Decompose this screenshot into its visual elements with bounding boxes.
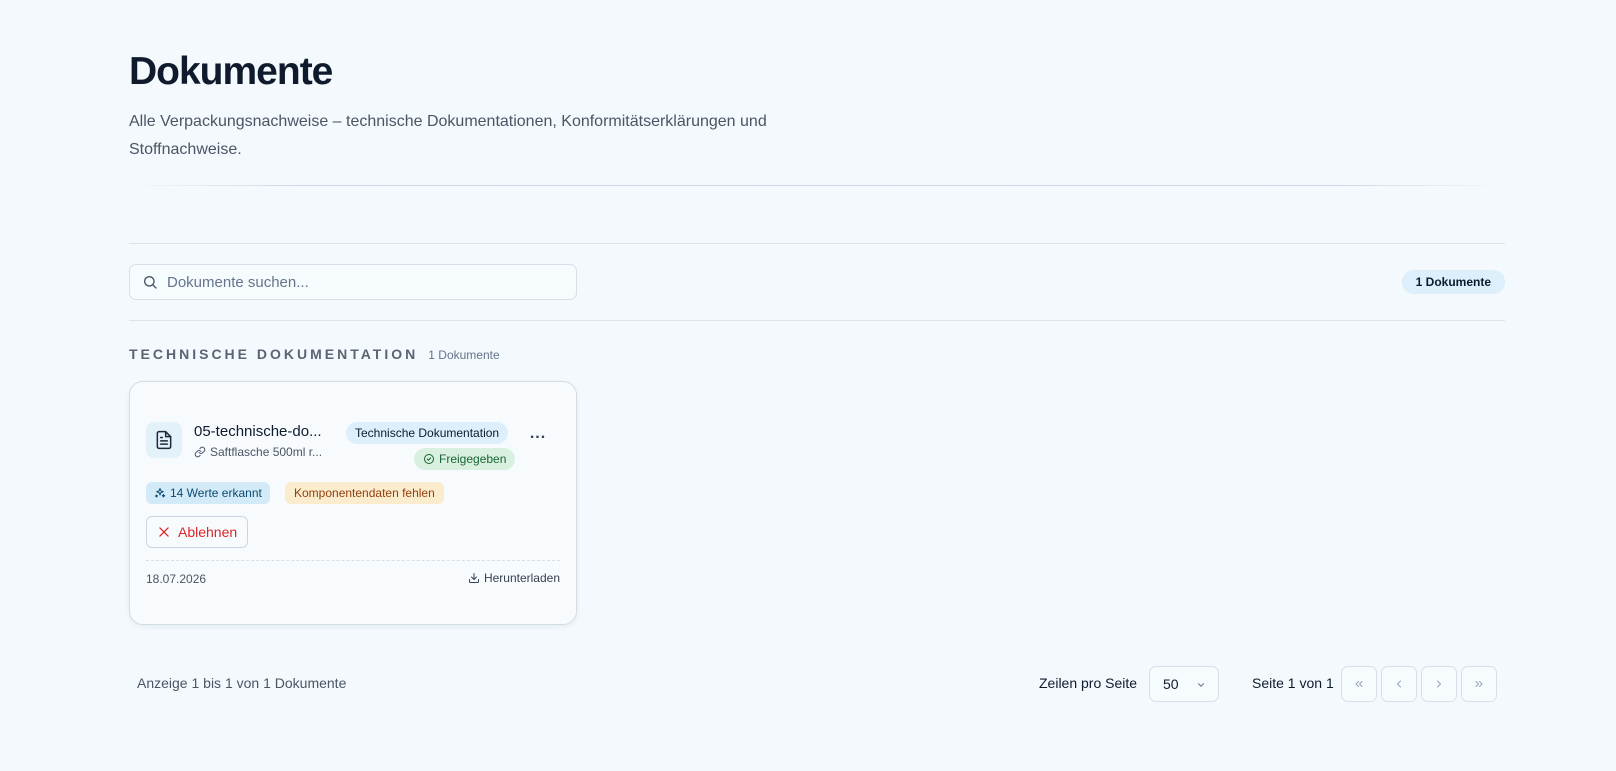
next-page-button[interactable] xyxy=(1421,666,1457,702)
reject-button[interactable]: Ablehnen xyxy=(146,516,249,548)
page-info: Seite 1 von 1 xyxy=(1252,675,1334,691)
rows-per-page-label: Zeilen pro Seite xyxy=(1039,675,1138,691)
toolbar-top-divider xyxy=(129,243,1505,244)
download-icon xyxy=(468,573,479,583)
rows-per-page-select[interactable]: 50 xyxy=(1149,666,1219,702)
sparkles-icon xyxy=(155,488,166,498)
section-title: TECHNISCHE DOKUMENTATION xyxy=(129,346,419,362)
section-header: TECHNISCHE DOKUMENTATION 1 Dokumente xyxy=(129,346,500,362)
search-icon xyxy=(144,276,157,289)
missing-components-badge: Komponentendaten fehlen xyxy=(285,482,444,504)
file-text-icon xyxy=(146,422,182,458)
document-count-badge: 1 Dokumente xyxy=(1401,270,1505,294)
page-description: Alle Verpackungsnachweise – technische D… xyxy=(129,113,767,158)
first-page-button[interactable] xyxy=(1341,666,1377,702)
linked-product-label: Saftflasche 500ml r... xyxy=(210,445,323,459)
chevrons-right-icon xyxy=(1475,681,1483,687)
download-label: Herunterladen xyxy=(483,571,560,585)
header-divider xyxy=(129,185,1505,186)
section-count: 1 Dokumente xyxy=(428,348,500,362)
toolbar-bottom-divider xyxy=(129,320,1505,321)
detected-values-label: 14 Werte erkannt xyxy=(170,486,262,500)
pagination-range-info: Anzeige 1 bis 1 von 1 Dokumente xyxy=(137,675,347,691)
last-page-button[interactable] xyxy=(1461,666,1497,702)
chevron-right-icon xyxy=(1437,680,1441,688)
status-label: Freigegeben xyxy=(439,452,507,466)
page-title: Dokumente xyxy=(129,50,333,93)
search-input[interactable] xyxy=(167,273,547,291)
check-circle-icon xyxy=(424,454,434,464)
document-name[interactable]: 05-technische-do... xyxy=(194,423,334,440)
document-card[interactable]: 05-technische-do... Saftflasche 500ml r.… xyxy=(129,381,577,625)
link-icon xyxy=(194,446,206,458)
document-date: 18.07.2026 xyxy=(146,572,207,586)
chevrons-left-icon xyxy=(1355,681,1363,687)
previous-page-button[interactable] xyxy=(1381,666,1417,702)
chevron-down-icon xyxy=(1197,683,1205,687)
detected-values-badge: 14 Werte erkannt xyxy=(146,482,270,504)
linked-product[interactable]: Saftflasche 500ml r... xyxy=(194,445,332,459)
x-icon xyxy=(159,527,169,537)
document-type-badge: Technische Dokumentation xyxy=(346,422,509,444)
more-options-button[interactable]: ... xyxy=(526,422,550,446)
status-badge: Freigegeben xyxy=(414,448,516,470)
card-divider xyxy=(146,560,560,561)
rows-per-page-value: 50 xyxy=(1163,676,1179,692)
download-button[interactable]: Herunterladen xyxy=(468,571,560,585)
search-box[interactable] xyxy=(129,264,577,300)
chevron-left-icon xyxy=(1397,680,1401,688)
reject-label: Ablehnen xyxy=(178,524,238,540)
